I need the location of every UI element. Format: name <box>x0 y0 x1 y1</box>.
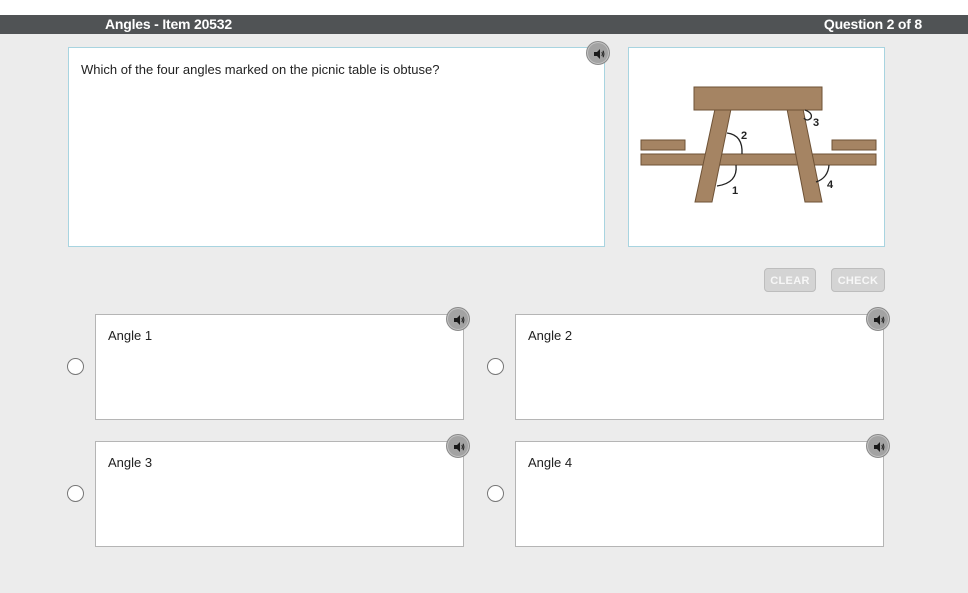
angle-1-arc <box>716 164 737 187</box>
top-strip <box>0 0 968 15</box>
radio-angle-4[interactable] <box>487 485 504 502</box>
radio-angle-1[interactable] <box>67 358 84 375</box>
question-progress: Question 2 of 8 <box>823 16 922 32</box>
question-panel: Which of the four angles marked on the p… <box>68 47 605 247</box>
option-angle-2[interactable]: Angle 2 <box>515 314 884 420</box>
option-3-audio-button[interactable] <box>446 434 470 458</box>
angle-3-label: 3 <box>813 117 819 129</box>
option-label: Angle 4 <box>528 455 573 470</box>
angle-2-arc <box>726 132 743 155</box>
clear-button[interactable]: CLEAR <box>764 268 816 292</box>
speaker-icon <box>454 315 465 325</box>
angle-4-label: 4 <box>827 179 834 191</box>
angle-3-arc <box>803 109 813 121</box>
angle-2-label: 2 <box>741 130 747 142</box>
option-angle-1[interactable]: Angle 1 <box>95 314 464 420</box>
speaker-icon <box>874 315 885 325</box>
bench-board <box>640 153 877 166</box>
question-audio-button[interactable] <box>586 41 610 65</box>
table-top <box>693 86 823 111</box>
bench-left-end <box>640 139 686 151</box>
option-2-audio-button[interactable] <box>866 307 890 331</box>
speaker-icon <box>594 49 605 59</box>
radio-angle-3[interactable] <box>67 485 84 502</box>
picnic-table-figure: 1 2 3 4 <box>640 86 877 203</box>
option-label: Angle 3 <box>108 455 153 470</box>
header-bar: Angles - Item 20532 Question 2 of 8 <box>0 15 968 34</box>
radio-angle-2[interactable] <box>487 358 504 375</box>
speaker-icon <box>874 442 885 452</box>
option-label: Angle 2 <box>528 328 573 343</box>
angle-1-label: 1 <box>732 185 738 197</box>
option-angle-3[interactable]: Angle 3 <box>95 441 464 547</box>
option-angle-4[interactable]: Angle 4 <box>515 441 884 547</box>
option-1-audio-button[interactable] <box>446 307 470 331</box>
check-button[interactable]: CHECK <box>831 268 885 292</box>
figure-panel: 1 2 3 4 <box>628 47 885 247</box>
option-4-audio-button[interactable] <box>866 434 890 458</box>
speaker-icon <box>454 442 465 452</box>
question-text: Which of the four angles marked on the p… <box>81 62 440 77</box>
item-title: Angles - Item 20532 <box>105 16 232 32</box>
option-label: Angle 1 <box>108 328 153 343</box>
bench-right-end <box>831 139 877 151</box>
